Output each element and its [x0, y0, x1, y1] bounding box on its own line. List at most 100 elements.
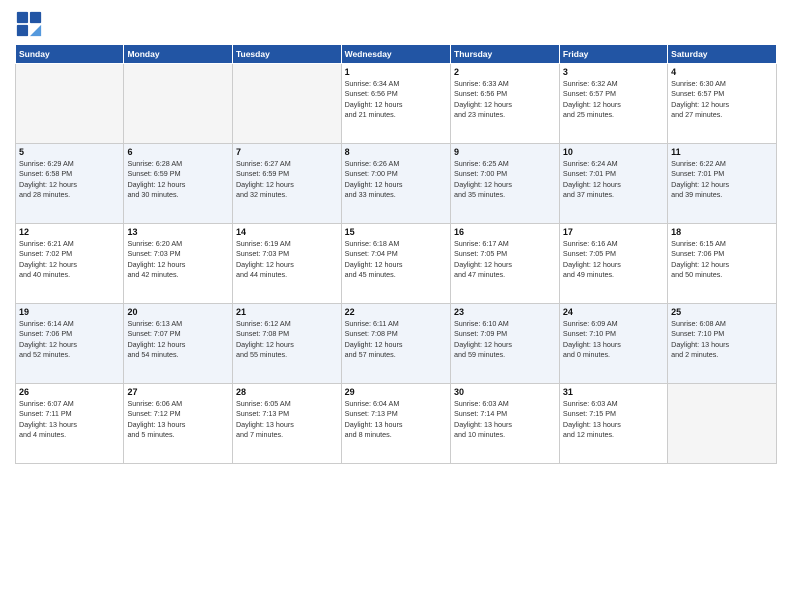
- day-info: Sunrise: 6:14 AM Sunset: 7:06 PM Dayligh…: [19, 319, 120, 361]
- calendar-day-cell: 30 Sunrise: 6:03 AM Sunset: 7:14 PM Dayli…: [451, 384, 560, 464]
- day-number: 21: [236, 307, 338, 317]
- calendar-day-cell: 24Sunrise: 6:09 AM Sunset: 7:10 PM Dayli…: [559, 304, 667, 384]
- day-info: Sunrise: 6:15 AM Sunset: 7:06 PM Dayligh…: [671, 239, 773, 281]
- day-number: 3: [563, 67, 664, 77]
- header: [15, 10, 777, 38]
- weekday-header: Tuesday: [232, 45, 341, 64]
- day-info: Sunrise: 6:07 AM Sunset: 7:11 PM Dayligh…: [19, 399, 120, 441]
- calendar-day-cell: [16, 64, 124, 144]
- calendar-day-cell: 17Sunrise: 6:16 AM Sunset: 7:05 PM Dayli…: [559, 224, 667, 304]
- weekday-header: Saturday: [668, 45, 777, 64]
- day-info: Sunrise: 6:33 AM Sunset: 6:56 PM Dayligh…: [454, 79, 556, 121]
- calendar-week-row: 26 Sunrise: 6:07 AM Sunset: 7:11 PM Dayli…: [16, 384, 777, 464]
- day-info: Sunrise: 6:24 AM Sunset: 7:01 PM Dayligh…: [563, 159, 664, 201]
- weekday-header-row: SundayMondayTuesdayWednesdayThursdayFrid…: [16, 45, 777, 64]
- calendar-day-cell: [668, 384, 777, 464]
- calendar-day-cell: 28 Sunrise: 6:05 AM Sunset: 7:13 PM Dayli…: [232, 384, 341, 464]
- day-number: 6: [127, 147, 229, 157]
- calendar-day-cell: 16 Sunrise: 6:17 AM Sunset: 7:05 PM Dayli…: [451, 224, 560, 304]
- day-number: 13: [127, 227, 229, 237]
- day-info: Sunrise: 6:18 AM Sunset: 7:04 PM Dayligh…: [345, 239, 447, 281]
- calendar-week-row: 1 Sunrise: 6:34 AM Sunset: 6:56 PM Daylig…: [16, 64, 777, 144]
- calendar-day-cell: 15 Sunrise: 6:18 AM Sunset: 7:04 PM Dayli…: [341, 224, 450, 304]
- calendar-day-cell: 8 Sunrise: 6:26 AM Sunset: 7:00 PM Daylig…: [341, 144, 450, 224]
- calendar-day-cell: 4 Sunrise: 6:30 AM Sunset: 6:57 PM Daylig…: [668, 64, 777, 144]
- day-number: 23: [454, 307, 556, 317]
- logo-icon: [15, 10, 43, 38]
- calendar-day-cell: 6 Sunrise: 6:28 AM Sunset: 6:59 PM Daylig…: [124, 144, 233, 224]
- day-info: Sunrise: 6:10 AM Sunset: 7:09 PM Dayligh…: [454, 319, 556, 361]
- day-number: 26: [19, 387, 120, 397]
- day-number: 8: [345, 147, 447, 157]
- day-info: Sunrise: 6:11 AM Sunset: 7:08 PM Dayligh…: [345, 319, 447, 361]
- calendar-day-cell: 25 Sunrise: 6:08 AM Sunset: 7:10 PM Dayli…: [668, 304, 777, 384]
- calendar-day-cell: 3 Sunrise: 6:32 AM Sunset: 6:57 PM Daylig…: [559, 64, 667, 144]
- day-number: 29: [345, 387, 447, 397]
- calendar-week-row: 5 Sunrise: 6:29 AM Sunset: 6:58 PM Daylig…: [16, 144, 777, 224]
- calendar-day-cell: [232, 64, 341, 144]
- day-number: 31: [563, 387, 664, 397]
- day-info: Sunrise: 6:06 AM Sunset: 7:12 PM Dayligh…: [127, 399, 229, 441]
- day-info: Sunrise: 6:08 AM Sunset: 7:10 PM Dayligh…: [671, 319, 773, 361]
- calendar-day-cell: 20Sunrise: 6:13 AM Sunset: 7:07 PM Dayli…: [124, 304, 233, 384]
- day-info: Sunrise: 6:28 AM Sunset: 6:59 PM Dayligh…: [127, 159, 229, 201]
- logo: [15, 10, 47, 38]
- day-number: 11: [671, 147, 773, 157]
- day-info: Sunrise: 6:27 AM Sunset: 6:59 PM Dayligh…: [236, 159, 338, 201]
- day-number: 25: [671, 307, 773, 317]
- day-info: Sunrise: 6:30 AM Sunset: 6:57 PM Dayligh…: [671, 79, 773, 121]
- day-number: 5: [19, 147, 120, 157]
- day-info: Sunrise: 6:22 AM Sunset: 7:01 PM Dayligh…: [671, 159, 773, 201]
- calendar-day-cell: 5 Sunrise: 6:29 AM Sunset: 6:58 PM Daylig…: [16, 144, 124, 224]
- day-info: Sunrise: 6:03 AM Sunset: 7:15 PM Dayligh…: [563, 399, 664, 441]
- day-number: 30: [454, 387, 556, 397]
- calendar-day-cell: 10 Sunrise: 6:24 AM Sunset: 7:01 PM Dayli…: [559, 144, 667, 224]
- day-number: 14: [236, 227, 338, 237]
- day-info: Sunrise: 6:12 AM Sunset: 7:08 PM Dayligh…: [236, 319, 338, 361]
- calendar-day-cell: 23 Sunrise: 6:10 AM Sunset: 7:09 PM Dayli…: [451, 304, 560, 384]
- day-number: 22: [345, 307, 447, 317]
- calendar-day-cell: 1 Sunrise: 6:34 AM Sunset: 6:56 PM Daylig…: [341, 64, 450, 144]
- day-number: 18: [671, 227, 773, 237]
- day-info: Sunrise: 6:32 AM Sunset: 6:57 PM Dayligh…: [563, 79, 664, 121]
- calendar-day-cell: [124, 64, 233, 144]
- calendar-day-cell: 2Sunrise: 6:33 AM Sunset: 6:56 PM Daylig…: [451, 64, 560, 144]
- calendar-day-cell: 31 Sunrise: 6:03 AM Sunset: 7:15 PM Dayli…: [559, 384, 667, 464]
- day-number: 10: [563, 147, 664, 157]
- weekday-header: Monday: [124, 45, 233, 64]
- day-info: Sunrise: 6:34 AM Sunset: 6:56 PM Dayligh…: [345, 79, 447, 121]
- page: SundayMondayTuesdayWednesdayThursdayFrid…: [0, 0, 792, 612]
- calendar-day-cell: 19 Sunrise: 6:14 AM Sunset: 7:06 PM Dayli…: [16, 304, 124, 384]
- day-number: 27: [127, 387, 229, 397]
- calendar-day-cell: 21 Sunrise: 6:12 AM Sunset: 7:08 PM Dayli…: [232, 304, 341, 384]
- day-number: 19: [19, 307, 120, 317]
- day-number: 9: [454, 147, 556, 157]
- day-info: Sunrise: 6:20 AM Sunset: 7:03 PM Dayligh…: [127, 239, 229, 281]
- day-info: Sunrise: 6:03 AM Sunset: 7:14 PM Dayligh…: [454, 399, 556, 441]
- day-info: Sunrise: 6:19 AM Sunset: 7:03 PM Dayligh…: [236, 239, 338, 281]
- day-info: Sunrise: 6:29 AM Sunset: 6:58 PM Dayligh…: [19, 159, 120, 201]
- day-number: 16: [454, 227, 556, 237]
- weekday-header: Thursday: [451, 45, 560, 64]
- day-info: Sunrise: 6:04 AM Sunset: 7:13 PM Dayligh…: [345, 399, 447, 441]
- calendar-week-row: 12Sunrise: 6:21 AM Sunset: 7:02 PM Dayli…: [16, 224, 777, 304]
- day-number: 4: [671, 67, 773, 77]
- weekday-header: Friday: [559, 45, 667, 64]
- day-info: Sunrise: 6:17 AM Sunset: 7:05 PM Dayligh…: [454, 239, 556, 281]
- calendar-day-cell: 12Sunrise: 6:21 AM Sunset: 7:02 PM Dayli…: [16, 224, 124, 304]
- day-info: Sunrise: 6:16 AM Sunset: 7:05 PM Dayligh…: [563, 239, 664, 281]
- day-info: Sunrise: 6:26 AM Sunset: 7:00 PM Dayligh…: [345, 159, 447, 201]
- day-number: 15: [345, 227, 447, 237]
- day-number: 1: [345, 67, 447, 77]
- day-info: Sunrise: 6:05 AM Sunset: 7:13 PM Dayligh…: [236, 399, 338, 441]
- calendar-day-cell: 22 Sunrise: 6:11 AM Sunset: 7:08 PM Dayli…: [341, 304, 450, 384]
- day-number: 12: [19, 227, 120, 237]
- calendar-day-cell: 13 Sunrise: 6:20 AM Sunset: 7:03 PM Dayli…: [124, 224, 233, 304]
- calendar-table: SundayMondayTuesdayWednesdayThursdayFrid…: [15, 44, 777, 464]
- calendar-day-cell: 7Sunrise: 6:27 AM Sunset: 6:59 PM Daylig…: [232, 144, 341, 224]
- day-number: 28: [236, 387, 338, 397]
- calendar-day-cell: 27 Sunrise: 6:06 AM Sunset: 7:12 PM Dayli…: [124, 384, 233, 464]
- weekday-header: Wednesday: [341, 45, 450, 64]
- calendar-day-cell: 18 Sunrise: 6:15 AM Sunset: 7:06 PM Dayli…: [668, 224, 777, 304]
- day-number: 20: [127, 307, 229, 317]
